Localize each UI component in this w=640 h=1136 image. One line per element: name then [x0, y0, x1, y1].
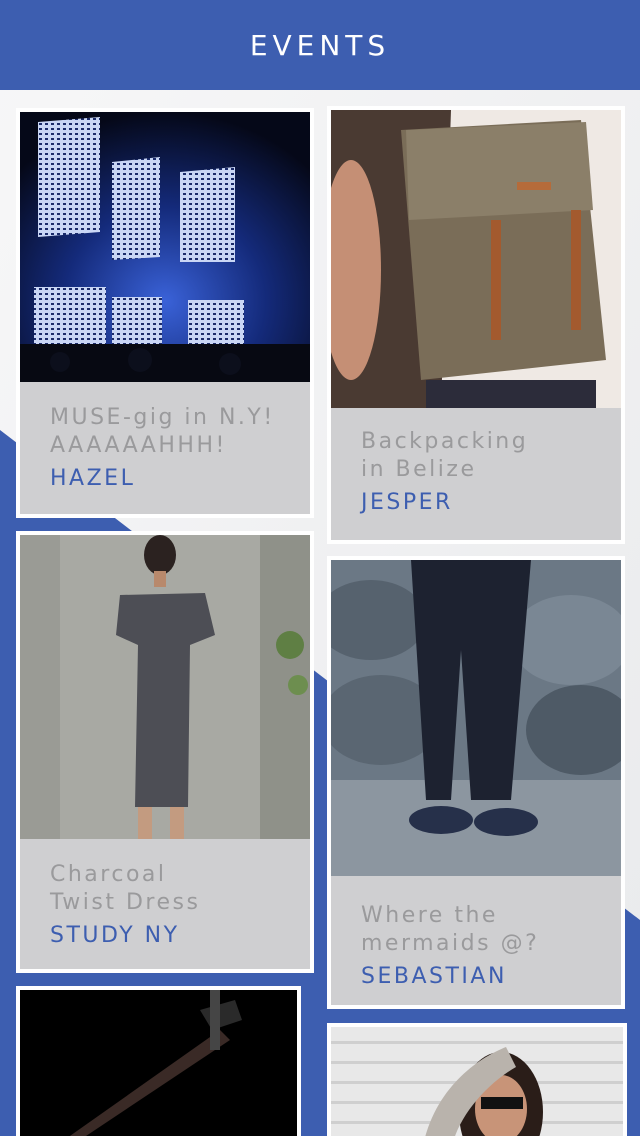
event-author[interactable]: HAZEL: [50, 464, 310, 494]
top-bar: EVENTS: [0, 0, 640, 90]
event-author[interactable]: JESPER: [361, 488, 621, 518]
event-card-hazel[interactable]: MUSE-gig in N.Y! AAAAAAHHH! HAZEL: [20, 112, 310, 514]
card-caption: MUSE-gig in N.Y! AAAAAAHHH! HAZEL: [20, 404, 310, 494]
event-author[interactable]: STUDY NY: [50, 921, 310, 951]
bicycle-image: [20, 990, 297, 1136]
event-card-study-ny[interactable]: Charcoal Twist Dress STUDY NY: [20, 535, 310, 969]
gray-dress-image: [20, 535, 310, 839]
woman-sunglasses-image: [331, 1027, 623, 1136]
event-card-jesper[interactable]: Backpacking in Belize JESPER: [331, 110, 621, 540]
event-author[interactable]: SEBASTIAN: [361, 962, 621, 992]
event-card-bicycle[interactable]: [20, 990, 297, 1136]
event-title: MUSE-gig in N.Y! AAAAAAHHH!: [50, 405, 275, 458]
concert-stage-image: [20, 112, 310, 382]
card-caption: Where the mermaids @? SEBASTIAN: [331, 902, 621, 992]
event-title: Charcoal Twist Dress: [50, 862, 201, 915]
event-card-portrait[interactable]: [331, 1027, 623, 1136]
event-card-sebastian[interactable]: Where the mermaids @? SEBASTIAN: [331, 560, 621, 1005]
card-caption: Backpacking in Belize JESPER: [331, 428, 621, 518]
card-caption: Charcoal Twist Dress STUDY NY: [20, 861, 310, 951]
backpack-image: [331, 110, 621, 408]
rocks-shoes-image: [331, 560, 621, 876]
page-title: EVENTS: [249, 28, 391, 62]
event-title: Where the mermaids @?: [361, 903, 540, 956]
event-title: Backpacking in Belize: [361, 429, 529, 482]
